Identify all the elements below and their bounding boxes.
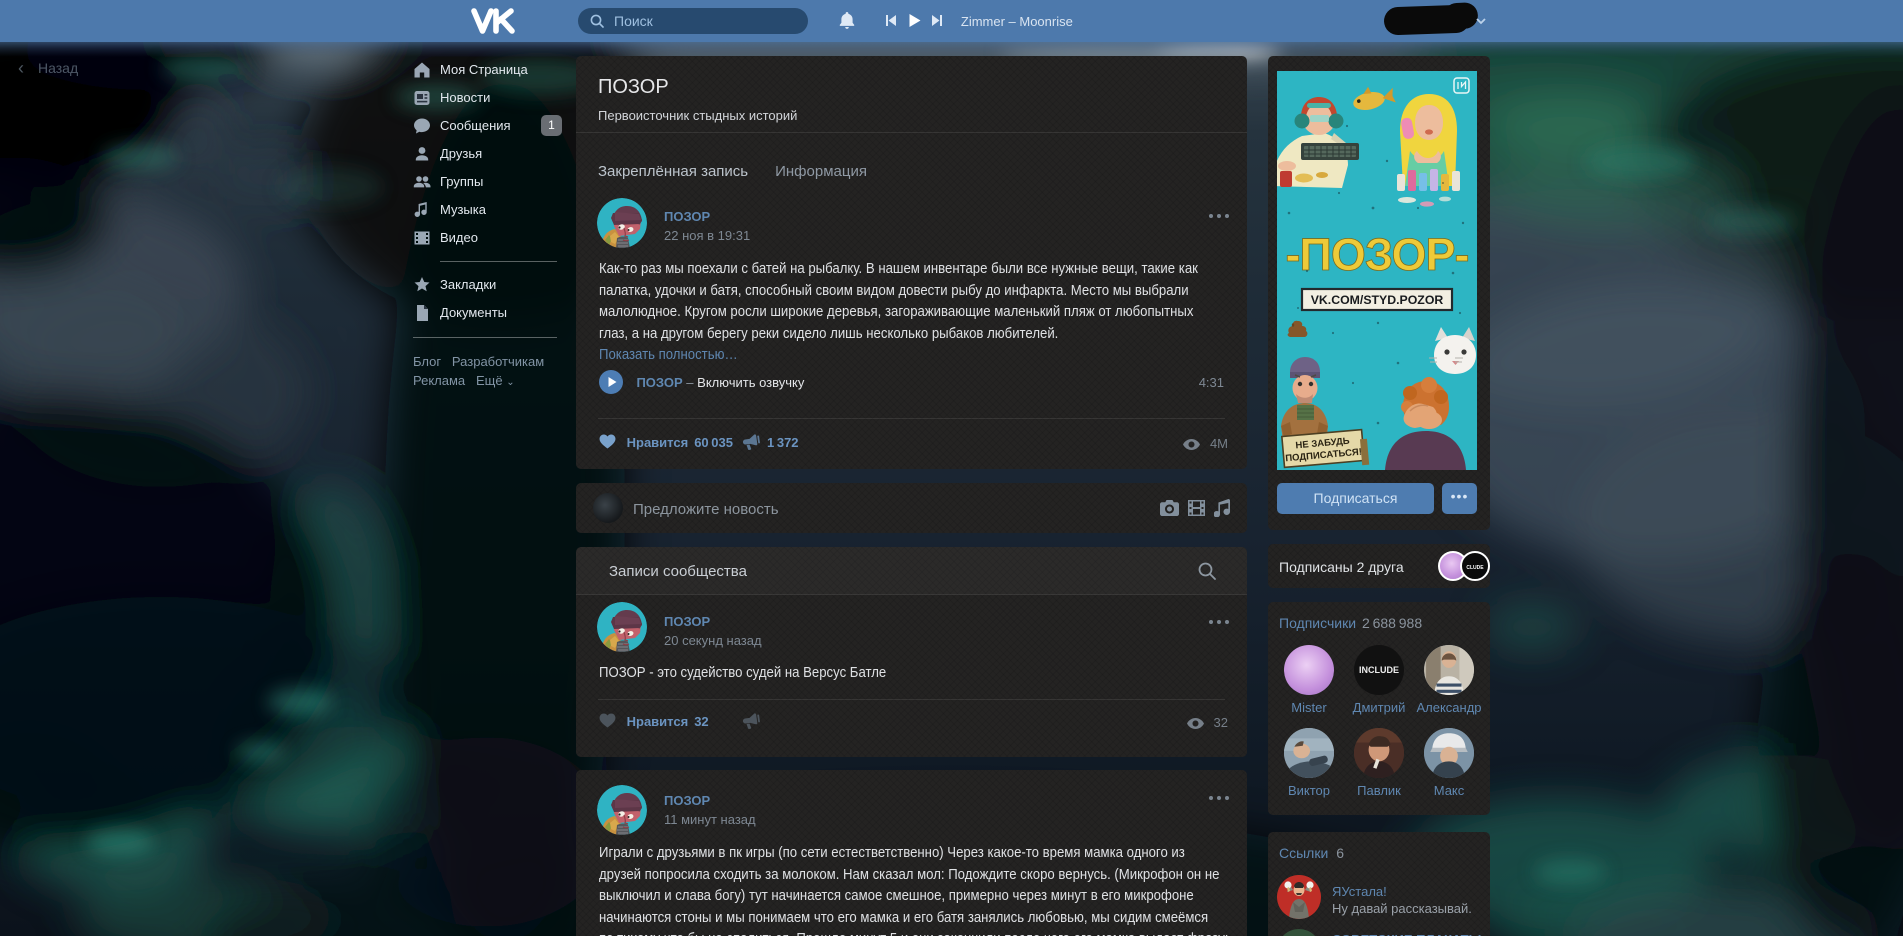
svg-text:-ПОЗОР-: -ПОЗОР- [1286,229,1469,280]
svg-text:VK.COM/STYD.POZOR: VK.COM/STYD.POZOR [1311,293,1444,307]
